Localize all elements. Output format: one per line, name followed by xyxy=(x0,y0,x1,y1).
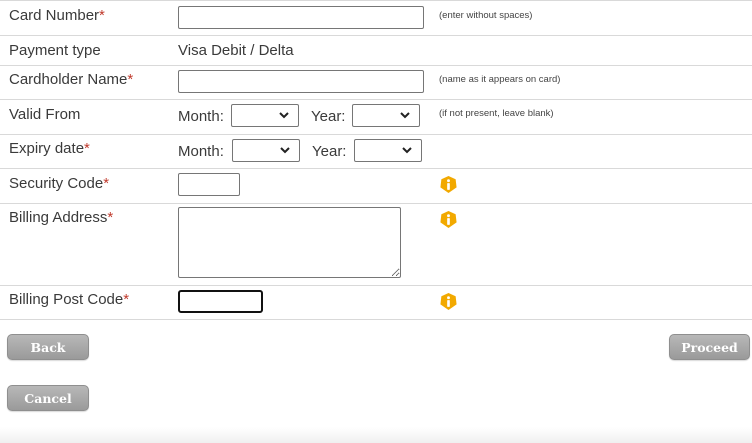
cardholder-name-input[interactable] xyxy=(178,70,424,93)
valid-from-hint: (if not present, leave blank) xyxy=(439,108,554,119)
valid-from-month-label: Month: xyxy=(178,108,224,125)
form-top-divider xyxy=(0,0,752,1)
billing-post-code-input[interactable] xyxy=(178,290,263,313)
expiry-month-label: Month: xyxy=(178,143,224,160)
form-row-divider xyxy=(0,35,752,36)
required-marker: * xyxy=(127,71,134,88)
required-marker: * xyxy=(84,140,90,157)
info-icon[interactable] xyxy=(439,175,458,194)
form-row-divider xyxy=(0,168,752,169)
valid-from-year-label: Year: xyxy=(311,108,346,125)
form-row-divider xyxy=(0,203,752,204)
valid-from-label: Valid From xyxy=(9,106,81,123)
security-code-input[interactable] xyxy=(178,173,240,196)
required-marker: * xyxy=(107,209,114,226)
payment-type-label: Payment type xyxy=(9,42,101,59)
info-icon[interactable] xyxy=(439,210,458,229)
form-row-divider xyxy=(0,134,752,135)
valid-from-year-select[interactable] xyxy=(352,104,420,127)
expiry-year-select[interactable] xyxy=(354,139,422,162)
payment-type-value: Visa Debit / Delta xyxy=(178,42,294,59)
card-number-hint: (enter without spaces) xyxy=(439,10,533,21)
form-row-divider xyxy=(0,99,752,100)
chevron-down-icon xyxy=(280,147,290,154)
billing-address-textarea[interactable] xyxy=(178,207,401,278)
expiry-date-label: Expiry date* xyxy=(9,140,90,157)
chevron-down-icon xyxy=(400,112,410,119)
form-bottom-divider xyxy=(0,319,752,320)
back-button[interactable]: Back xyxy=(7,334,89,360)
chevron-down-icon xyxy=(402,147,412,154)
card-number-label: Card Number* xyxy=(9,7,105,24)
expiry-month-select[interactable] xyxy=(232,139,300,162)
required-marker: * xyxy=(103,175,110,192)
form-row-divider xyxy=(0,65,752,66)
cancel-button[interactable]: Cancel xyxy=(7,385,89,411)
info-icon[interactable] xyxy=(439,292,458,311)
valid-from-month-select[interactable] xyxy=(231,104,299,127)
cardholder-name-label: Cardholder Name* xyxy=(9,71,134,88)
required-marker: * xyxy=(123,291,130,308)
billing-post-code-label: Billing Post Code* xyxy=(9,291,130,308)
security-code-label: Security Code* xyxy=(9,175,110,192)
expiry-year-label: Year: xyxy=(312,143,347,160)
proceed-button[interactable]: Proceed xyxy=(669,334,750,360)
page-footer-gradient xyxy=(0,427,752,443)
cardholder-name-hint: (name as it appears on card) xyxy=(439,74,561,85)
required-marker: * xyxy=(99,7,105,24)
billing-address-label: Billing Address* xyxy=(9,209,114,226)
chevron-down-icon xyxy=(279,112,289,119)
form-row-divider xyxy=(0,285,752,286)
card-number-input[interactable] xyxy=(178,6,424,29)
